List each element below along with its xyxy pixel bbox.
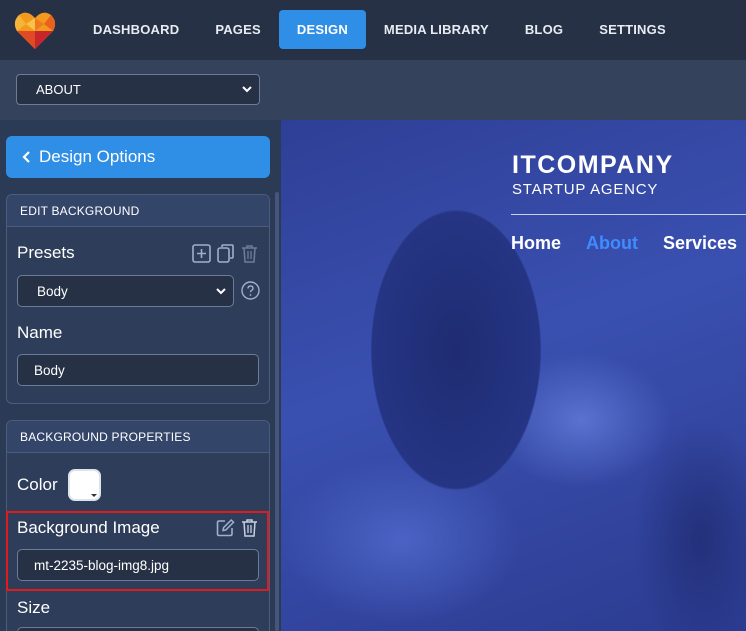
preview-menu-about[interactable]: About (586, 233, 638, 254)
size-label: Size (17, 598, 51, 617)
preview-menu-home[interactable]: Home (511, 233, 561, 254)
color-swatch[interactable] (68, 469, 101, 501)
add-preset-icon[interactable] (192, 244, 211, 263)
preview-brand: ITCOMPANY (512, 151, 674, 179)
help-icon[interactable] (241, 281, 260, 300)
background-properties-title: BACKGROUND PROPERTIES (7, 421, 269, 453)
nav-media-library[interactable]: MEDIA LIBRARY (366, 10, 507, 49)
presets-select-value: Body (37, 283, 68, 299)
size-select[interactable] (17, 627, 259, 631)
preview-tagline: STARTUP AGENCY (512, 181, 659, 198)
page-select-value: ABOUT (36, 82, 81, 97)
name-input-value: Body (34, 362, 65, 378)
caret-down-icon (91, 494, 97, 497)
copy-preset-icon[interactable] (217, 244, 234, 263)
top-navbar: DASHBOARD PAGES DESIGN MEDIA LIBRARY BLO… (0, 0, 746, 60)
color-label: Color (17, 475, 58, 494)
preview-menu: Home About Services (511, 233, 746, 254)
chevron-down-icon (216, 288, 226, 295)
nav-settings[interactable]: SETTINGS (581, 10, 684, 49)
chevron-down-icon (242, 86, 252, 93)
preview-menu-services[interactable]: Services (663, 233, 737, 254)
presets-label: Presets (17, 243, 75, 262)
nav-blog[interactable]: BLOG (507, 10, 581, 49)
delete-preset-icon[interactable] (241, 244, 258, 263)
edit-background-title: EDIT BACKGROUND (7, 195, 269, 227)
nav-design[interactable]: DESIGN (278, 10, 366, 49)
name-input[interactable]: Body (17, 354, 259, 386)
design-options-back-button[interactable]: Design Options (6, 136, 270, 178)
name-label: Name (17, 323, 63, 342)
nav-dashboard[interactable]: DASHBOARD (75, 10, 197, 49)
preview-divider (511, 214, 746, 215)
nav-pages[interactable]: PAGES (197, 10, 279, 49)
page-preview[interactable]: ITCOMPANY STARTUP AGENCY Home About Serv… (281, 120, 746, 631)
sidebar-scrollbar[interactable] (275, 192, 279, 631)
page-select[interactable]: ABOUT (16, 74, 260, 105)
highlight-box (6, 511, 269, 591)
main-nav: DASHBOARD PAGES DESIGN MEDIA LIBRARY BLO… (75, 10, 684, 49)
back-button-label: Design Options (39, 147, 156, 166)
chevron-left-icon (21, 150, 31, 164)
presets-select[interactable]: Body (17, 275, 234, 307)
logo-icon[interactable] (14, 10, 56, 50)
